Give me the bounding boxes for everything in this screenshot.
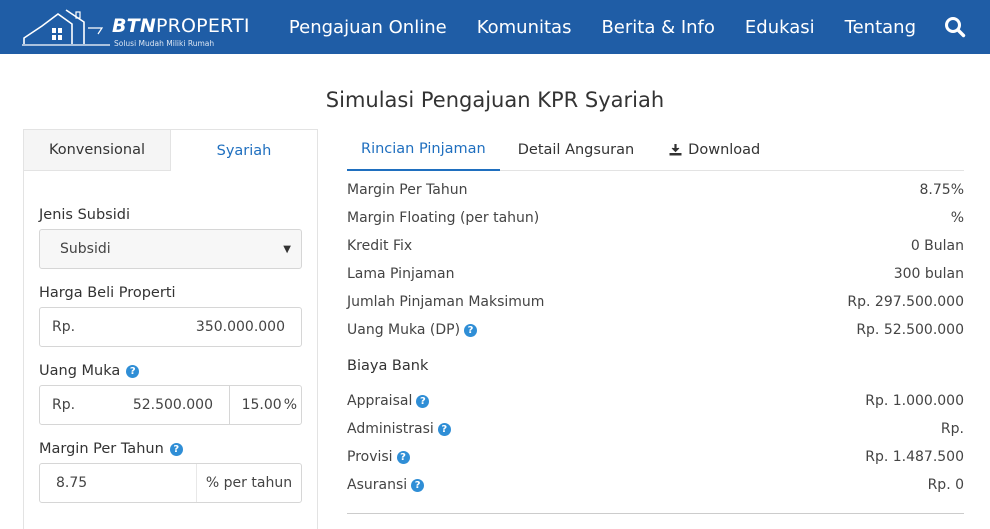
row-label: Jumlah Pinjaman Maksimum: [347, 294, 545, 310]
row-value: Rp. 1.487.500: [865, 449, 964, 465]
row-label: Margin Floating (per tahun): [347, 210, 540, 226]
row-label: Uang Muka (DP)?: [347, 322, 478, 338]
page-title: Simulasi Pengajuan KPR Syariah: [325, 88, 665, 112]
tab-rincian-pinjaman[interactable]: Rincian Pinjaman: [347, 129, 500, 171]
row-margin-per-tahun: Margin Per Tahun 8.75%: [347, 178, 964, 202]
biaya-bank-heading: Biaya Bank: [347, 358, 429, 374]
detail-tabs: Rincian Pinjaman Detail Angsuran Downloa…: [347, 129, 964, 171]
row-value: Rp. 0: [927, 477, 964, 493]
row-jumlah-pinjaman: Jumlah Pinjaman Maksimum Rp. 297.500.000: [347, 290, 964, 314]
row-label-text: Uang Muka (DP): [347, 322, 461, 338]
row-asuransi: Asuransi? Rp. 0: [347, 473, 964, 497]
row-appraisal: Appraisal? Rp. 1.000.000: [347, 389, 964, 413]
margin-input-group: 8.75 % per tahun: [39, 463, 302, 503]
tab-syariah[interactable]: Syariah: [171, 130, 317, 171]
row-label-text: Appraisal: [347, 393, 413, 409]
row-label: Administrasi?: [347, 421, 451, 437]
row-margin-floating: Margin Floating (per tahun)%: [347, 206, 964, 230]
margin-input[interactable]: 8.75: [40, 464, 196, 502]
row-label: Kredit Fix: [347, 238, 413, 254]
download-label: Download: [688, 141, 761, 158]
nav-berita-info[interactable]: Berita & Info: [601, 17, 714, 38]
margin-value: 8.75: [56, 475, 88, 491]
margin-suffix: % per tahun: [196, 464, 301, 502]
tab-download[interactable]: Download: [669, 129, 760, 170]
row-label: Lama Pinjaman: [347, 266, 455, 282]
caret-down-icon: ▼: [283, 243, 291, 255]
help-icon[interactable]: ?: [396, 450, 410, 464]
row-value: 300 bulan: [893, 266, 964, 282]
row-administrasi: Administrasi? Rp.: [347, 417, 964, 441]
harga-beli-prefix: Rp.: [52, 319, 76, 335]
row-lama-pinjaman: Lama Pinjaman 300 bulan: [347, 262, 964, 286]
harga-beli-value: 350.000.000: [195, 319, 285, 335]
nav-pengajuan-online[interactable]: Pengajuan Online: [289, 17, 447, 38]
uang-muka-value: 52.500.000: [132, 397, 213, 413]
row-value: Rp. 52.500.000: [856, 322, 964, 338]
row-value: Rp. 297.500.000: [847, 294, 964, 310]
row-label-text: Administrasi: [347, 421, 434, 437]
row-label: Asuransi?: [347, 477, 425, 493]
brand-tagline: Solusi Mudah Miliki Rumah: [114, 39, 215, 48]
harga-beli-input[interactable]: Rp. 350.000.000: [39, 307, 302, 347]
search-icon[interactable]: [944, 16, 966, 38]
row-value: Rp.: [940, 421, 964, 437]
tab-konvensional[interactable]: Konvensional: [24, 130, 171, 171]
house-logo-icon: [22, 9, 110, 46]
margin-label: Margin Per Tahun?: [39, 441, 302, 457]
section-divider: [347, 513, 964, 514]
simulation-form: Jenis Subsidi Subsidi ▼ Harga Beli Prope…: [24, 207, 317, 503]
help-icon[interactable]: ?: [437, 422, 451, 436]
uang-muka-amount-input[interactable]: Rp. 52.500.000: [40, 386, 230, 424]
uang-muka-percent-suffix: %: [283, 397, 297, 413]
row-label-text: Provisi: [347, 449, 393, 465]
harga-beli-label: Harga Beli Properti: [39, 285, 176, 301]
help-icon[interactable]: ?: [126, 364, 140, 378]
loan-detail-panel: Rincian Pinjaman Detail Angsuran Downloa…: [347, 129, 964, 514]
jenis-subsidi-value: Subsidi: [60, 241, 111, 257]
nav-tentang[interactable]: Tentang: [845, 17, 916, 38]
row-label: Margin Per Tahun: [347, 182, 468, 198]
nav-komunitas[interactable]: Komunitas: [477, 17, 572, 38]
row-label: Appraisal?: [347, 393, 430, 409]
jenis-subsidi-select[interactable]: Subsidi ▼: [39, 229, 302, 269]
help-icon[interactable]: ?: [169, 442, 183, 456]
uang-muka-input-group: Rp. 52.500.000 15.00 %: [39, 385, 302, 425]
row-label-text: Asuransi: [347, 477, 408, 493]
row-value: %: [950, 210, 964, 226]
uang-muka-prefix: Rp.: [52, 397, 76, 413]
row-value: 0 Bulan: [910, 238, 964, 254]
top-navbar: BTNPROPERTI Solusi Mudah Miliki Rumah Pe…: [0, 0, 990, 54]
brand-name: BTNPROPERTI: [112, 15, 250, 37]
download-icon: [669, 144, 682, 156]
row-value: Rp. 1.000.000: [865, 393, 964, 409]
tab-detail-angsuran[interactable]: Detail Angsuran: [518, 129, 634, 170]
btn-properti-logo[interactable]: BTNPROPERTI Solusi Mudah Miliki Rumah: [22, 8, 249, 48]
row-provisi: Provisi? Rp. 1.487.500: [347, 445, 964, 469]
main-nav: Pengajuan Online Komunitas Berita & Info…: [289, 0, 916, 54]
row-value: 8.75%: [919, 182, 964, 198]
nav-edukasi[interactable]: Edukasi: [745, 17, 815, 38]
loan-type-tabs: Konvensional Syariah: [24, 130, 317, 171]
jenis-subsidi-label: Jenis Subsidi: [39, 207, 130, 223]
help-icon[interactable]: ?: [411, 478, 425, 492]
simulation-form-panel: Konvensional Syariah Jenis Subsidi Subsi…: [23, 129, 318, 529]
row-kredit-fix: Kredit Fix 0 Bulan: [347, 234, 964, 258]
uang-muka-label: Uang Muka?: [39, 363, 302, 379]
uang-muka-percent-value: 15.00: [241, 397, 282, 413]
uang-muka-percent-input[interactable]: 15.00 %: [230, 386, 301, 424]
row-label: Provisi?: [347, 449, 410, 465]
help-icon[interactable]: ?: [416, 394, 430, 408]
help-icon[interactable]: ?: [464, 323, 478, 337]
row-uang-muka: Uang Muka (DP)? Rp. 52.500.000: [347, 318, 964, 342]
